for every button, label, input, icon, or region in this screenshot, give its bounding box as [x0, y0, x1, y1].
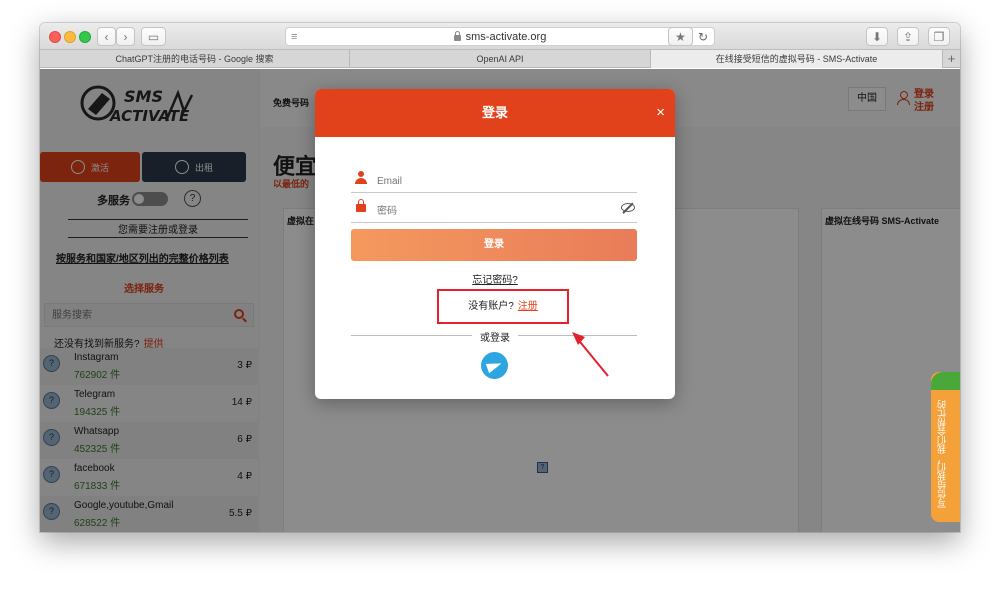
close-window-button[interactable]: [49, 31, 61, 43]
no-account-text: 没有账户?: [468, 301, 514, 312]
share-icon: ⇪: [902, 29, 914, 44]
reader-icon[interactable]: ≡: [291, 31, 297, 43]
help-chat-text: 写信给我们，我们会帮忙的: [937, 400, 947, 509]
browser-toolbar: ‹ › ▭ ≡ sms-activate.org ↻ ★ ⬇ ⇪ ❐: [40, 23, 960, 50]
tab-openai-api[interactable]: OpenAI API: [350, 50, 651, 68]
person-icon: [355, 171, 367, 185]
chevron-left-icon: ‹: [104, 29, 109, 44]
url-text: sms-activate.org: [465, 30, 547, 43]
eye-slash-icon[interactable]: [621, 203, 635, 212]
browser-window: ‹ › ▭ ≡ sms-activate.org ↻ ★ ⬇ ⇪ ❐ ChatG…: [40, 23, 960, 532]
bookmark-button[interactable]: ★: [668, 27, 693, 46]
login-modal: 登录 × 登录 忘记密码? 没有账户? 注册 或登录: [315, 89, 675, 399]
new-tab-button[interactable]: +: [943, 50, 960, 68]
register-link[interactable]: 注册: [518, 301, 538, 312]
tab-sms-activate[interactable]: 在线接受短信的虚拟号码 - SMS-Activate: [651, 50, 943, 68]
forward-button[interactable]: ›: [116, 27, 135, 46]
back-button[interactable]: ‹: [97, 27, 116, 46]
tabs-icon: ❐: [933, 29, 945, 44]
sidebar-icon: ▭: [147, 29, 160, 44]
forgot-password-link[interactable]: 忘记密码?: [315, 271, 675, 286]
close-icon[interactable]: ×: [656, 89, 665, 137]
tab-bar: ChatGPT注册的电话号码 - Google 搜索 OpenAI API 在线…: [40, 50, 960, 68]
chat-status-icon: [931, 372, 960, 390]
password-input[interactable]: [377, 202, 597, 220]
email-field: [351, 169, 637, 193]
share-button[interactable]: ⇪: [897, 27, 919, 46]
chevron-right-icon: ›: [123, 29, 128, 44]
login-submit-button[interactable]: 登录: [351, 229, 637, 261]
minimize-window-button[interactable]: [64, 31, 76, 43]
zoom-window-button[interactable]: [79, 31, 91, 43]
star-icon: ★: [675, 29, 686, 44]
tabs-overview-button[interactable]: ❐: [928, 27, 950, 46]
sidebar-toggle-button[interactable]: ▭: [141, 27, 166, 46]
telegram-icon[interactable]: [481, 352, 508, 379]
login-modal-header: 登录 ×: [315, 89, 675, 137]
reload-icon[interactable]: ↻: [698, 30, 708, 44]
downloads-button[interactable]: ⬇: [866, 27, 888, 46]
lock-icon: [453, 30, 461, 41]
no-account-highlight: 没有账户? 注册: [437, 289, 569, 324]
email-input[interactable]: [377, 172, 597, 190]
password-field: [351, 199, 637, 223]
lock-icon: [356, 199, 366, 212]
tab-google-search[interactable]: ChatGPT注册的电话号码 - Google 搜索: [40, 50, 350, 68]
help-chat-tab[interactable]: 写信给我们，我们会帮忙的: [931, 372, 960, 522]
download-icon: ⬇: [871, 29, 883, 44]
page: SMS ACTIVATE 激活 出租 多服务 ? 您需要注册或登录 按服务和国家…: [40, 69, 960, 532]
or-login-text: 或登录: [472, 329, 518, 344]
address-bar[interactable]: ≡ sms-activate.org ↻: [285, 27, 715, 46]
login-modal-title: 登录: [481, 105, 508, 120]
